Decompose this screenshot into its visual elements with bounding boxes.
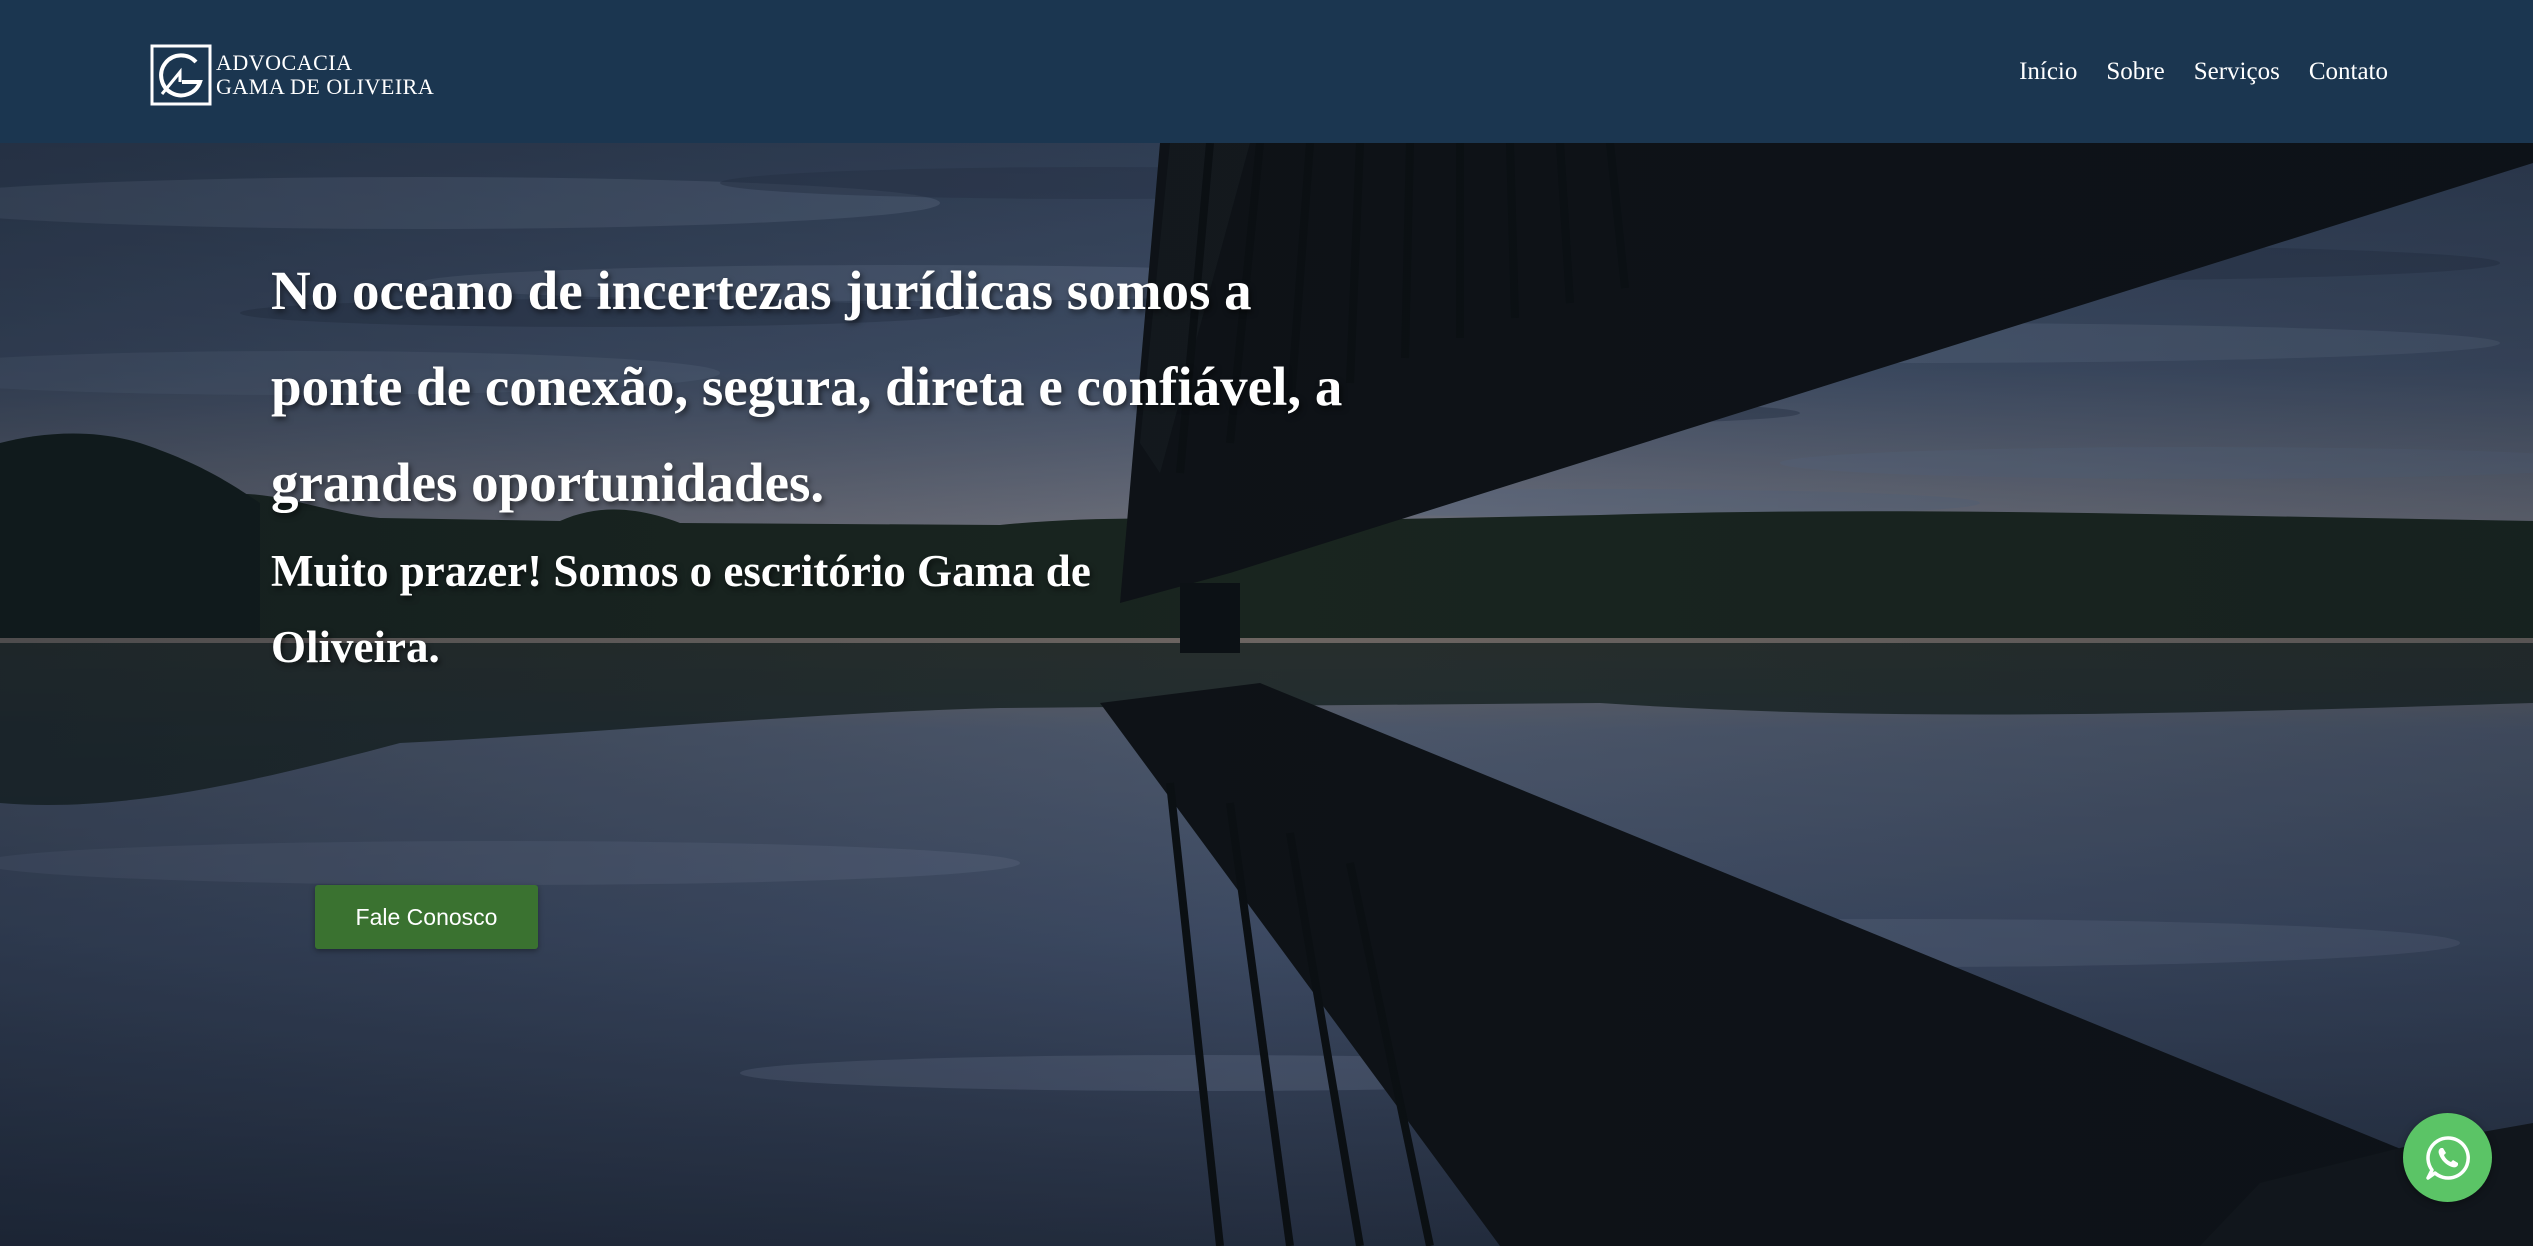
hero-subtitle: Muito prazer! Somos o escritório Gama de… [271, 546, 1091, 672]
fale-conosco-button[interactable]: Fale Conosco [315, 885, 538, 949]
hero-section: No oceano de incertezas jurídicas somos … [0, 143, 2533, 1246]
brand-logo[interactable]: ADVOCACIA GAMA DE OLIVEIRA [150, 44, 434, 106]
brand-line-2: GAMA DE OLIVEIRA [216, 74, 435, 99]
nav-item-inicio[interactable]: Início [2019, 56, 2077, 88]
nav-item-contato[interactable]: Contato [2309, 56, 2388, 88]
main-nav: Início Sobre Serviços Contato [2019, 56, 2388, 88]
site-header: ADVOCACIA GAMA DE OLIVEIRA Início Sobre … [0, 0, 2533, 143]
brand-line-1: ADVOCACIA [216, 50, 353, 75]
hero-title: No oceano de incertezas jurídicas somos … [271, 260, 1343, 513]
whatsapp-button[interactable] [2403, 1113, 2492, 1202]
whatsapp-icon [2425, 1135, 2470, 1180]
nav-item-servicos[interactable]: Serviços [2194, 56, 2280, 88]
brand-name: ADVOCACIA GAMA DE OLIVEIRA [216, 51, 434, 99]
nav-item-sobre[interactable]: Sobre [2106, 56, 2164, 88]
hero-content: No oceano de incertezas jurídicas somos … [271, 243, 1391, 685]
logo-monogram-icon [150, 44, 212, 106]
